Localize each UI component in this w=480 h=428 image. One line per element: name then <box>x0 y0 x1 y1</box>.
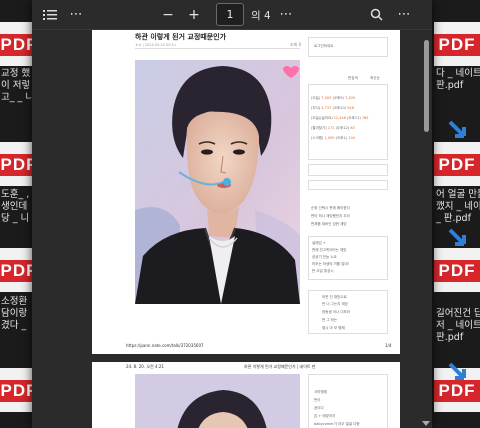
link-row[interactable]: 판타 하나 재밌했던지 우리 <box>311 214 350 219</box>
shortcut-arrow-icon <box>448 228 466 246</box>
shortcut-arrow-icon <box>448 362 466 380</box>
link-row[interactable]: 순위 선택시 판에 베이한다 <box>311 206 350 211</box>
side-item[interactable]: 앉 + 매맞어지 <box>314 414 335 419</box>
page-nav-more-icon[interactable]: ⋯ <box>278 4 294 26</box>
input-box <box>308 180 388 190</box>
list-item[interactable]: 몇시 아 보 몇해 <box>322 326 345 331</box>
page-header-date: 24. 8. 20. 오전 4:21 <box>126 364 164 369</box>
shortcut-arrow-icon <box>448 120 466 138</box>
side-item[interactable]: 사따명예 <box>314 390 327 395</box>
article-photo-2 <box>135 374 300 428</box>
page-footer-url: https://pann.nate.com/talk/372035607 <box>126 343 204 348</box>
article-photo <box>135 60 300 304</box>
pdf-badge: PDF <box>434 34 480 56</box>
zoom-out-button[interactable]: − <box>160 4 176 26</box>
side-item[interactable]: babycomer가 아무 얼굴 다형 <box>314 422 360 427</box>
vertical-scrollbar[interactable] <box>422 30 430 428</box>
stat-row: (오늘) 7,405 (오후9) 7,405 <box>311 96 356 100</box>
banner-box <box>308 164 388 176</box>
page-sidebar: 로그인하세요 판검색 최신순 (오늘) 7,405 (오후9) 7,405 (지… <box>308 30 390 334</box>
page-number-input[interactable]: 1 <box>216 3 244 26</box>
stat-row: (즐겨찾기) 172 (오후12) 63 <box>311 126 355 130</box>
side-item[interactable]: 공이다 <box>314 406 324 411</box>
file-caption[interactable]: 도훈_ , 생인데 당 _ 니 <box>1 189 29 225</box>
list-item[interactable]: 광동생 어나 더보라 <box>322 310 350 315</box>
stat-row: (지식) 4,737 (오후10) 548 <box>311 106 354 110</box>
stat-row: (스크랩) 1,090 (오후1) 104 <box>311 136 355 140</box>
document-canvas[interactable]: 하관 이렇게 된거 교정때문인가 ㅎㅎ | 2024.05.20 00:11 조… <box>32 30 420 428</box>
list-item[interactable]: 판 그 하는 <box>322 318 337 323</box>
topic-item[interactable]: 판에 전고퀴이러는 재밌 <box>312 248 346 253</box>
list-item[interactable]: 되판 진 재밌으로 <box>322 295 347 300</box>
pdf-page-2: 24. 8. 20. 오전 4:21 하관 이렇게 된거 교정때문인가 | 네이… <box>92 362 400 428</box>
more-options-icon[interactable]: ⋯ <box>68 4 84 26</box>
page-count-label: 의 4 <box>251 10 271 22</box>
login-label: 로그인하세요 <box>314 44 334 48</box>
zoom-in-button[interactable]: + <box>186 4 202 26</box>
pdf-badge: PDF <box>434 154 480 176</box>
viewer-toolbar: ⋯ − + 1 의 4 ⋯ ⋯ <box>32 0 432 30</box>
topic-item[interactable]: 따조는 하생의 끼를 업데! <box>312 262 349 267</box>
outline-list-icon <box>43 10 57 20</box>
scroll-down-arrow-icon[interactable] <box>422 421 430 426</box>
file-caption[interactable]: 소정환 담이랑 겼다 _ <box>1 296 27 332</box>
sort-label: 최신순 <box>370 76 380 80</box>
topic-item[interactable]: 설레임 + <box>312 241 326 246</box>
file-caption[interactable]: 어 얼굴 만들 깼지 _ 네이 _ 판.pdf <box>436 189 480 225</box>
search-icon <box>370 8 383 21</box>
page-footer-number: 1/4 <box>385 343 392 348</box>
pdf-file-icon[interactable]: PDF <box>434 248 480 292</box>
topic-item[interactable]: 성공기 전능 누요 <box>312 255 337 260</box>
divider <box>135 48 300 49</box>
search-button[interactable] <box>368 4 384 26</box>
link-row[interactable]: 판채움 재버인 당한 재밌 <box>311 222 347 227</box>
sidebar-toggle-button[interactable] <box>42 4 58 26</box>
file-caption[interactable]: 교정 했 이 저렇 고_ _ 니 <box>1 68 34 104</box>
topic-item[interactable]: 판 오일 휴성시 <box>312 269 334 274</box>
side-item[interactable]: 판이 <box>314 398 320 403</box>
page-header-title: 하관 이렇게 된거 교정때문인가 | 네이트 판 <box>244 364 316 369</box>
pdf-file-icon[interactable]: PDF <box>434 22 480 66</box>
stat-row: (오늘)(싫어요) 12,446 (오후11) 765 <box>311 116 369 120</box>
scrollbar-thumb[interactable] <box>424 40 429 132</box>
pdf-page-1: 하관 이렇게 된거 교정때문인가 ㅎㅎ | 2024.05.20 00:11 조… <box>92 30 400 354</box>
article-title: 하관 이렇게 된거 교정때문인가 <box>135 33 227 41</box>
list-item[interactable]: 판 너 그는지 재밌 <box>322 302 348 307</box>
pdf-file-icon[interactable]: PDF <box>434 142 480 186</box>
file-caption[interactable]: 다 _ 네이트 판.pdf <box>436 68 480 92</box>
pdf-viewer-window: ⋯ − + 1 의 4 ⋯ ⋯ 하관 이렇게 된거 교정때문인가 ㅎㅎ | 20… <box>32 0 432 428</box>
search-label: 판검색 <box>348 76 358 80</box>
overflow-menu-icon[interactable]: ⋯ <box>396 4 412 26</box>
pdf-badge: PDF <box>434 260 480 282</box>
file-caption[interactable]: 길어진건 답 저 _ 네이트 판.pdf <box>436 308 480 344</box>
